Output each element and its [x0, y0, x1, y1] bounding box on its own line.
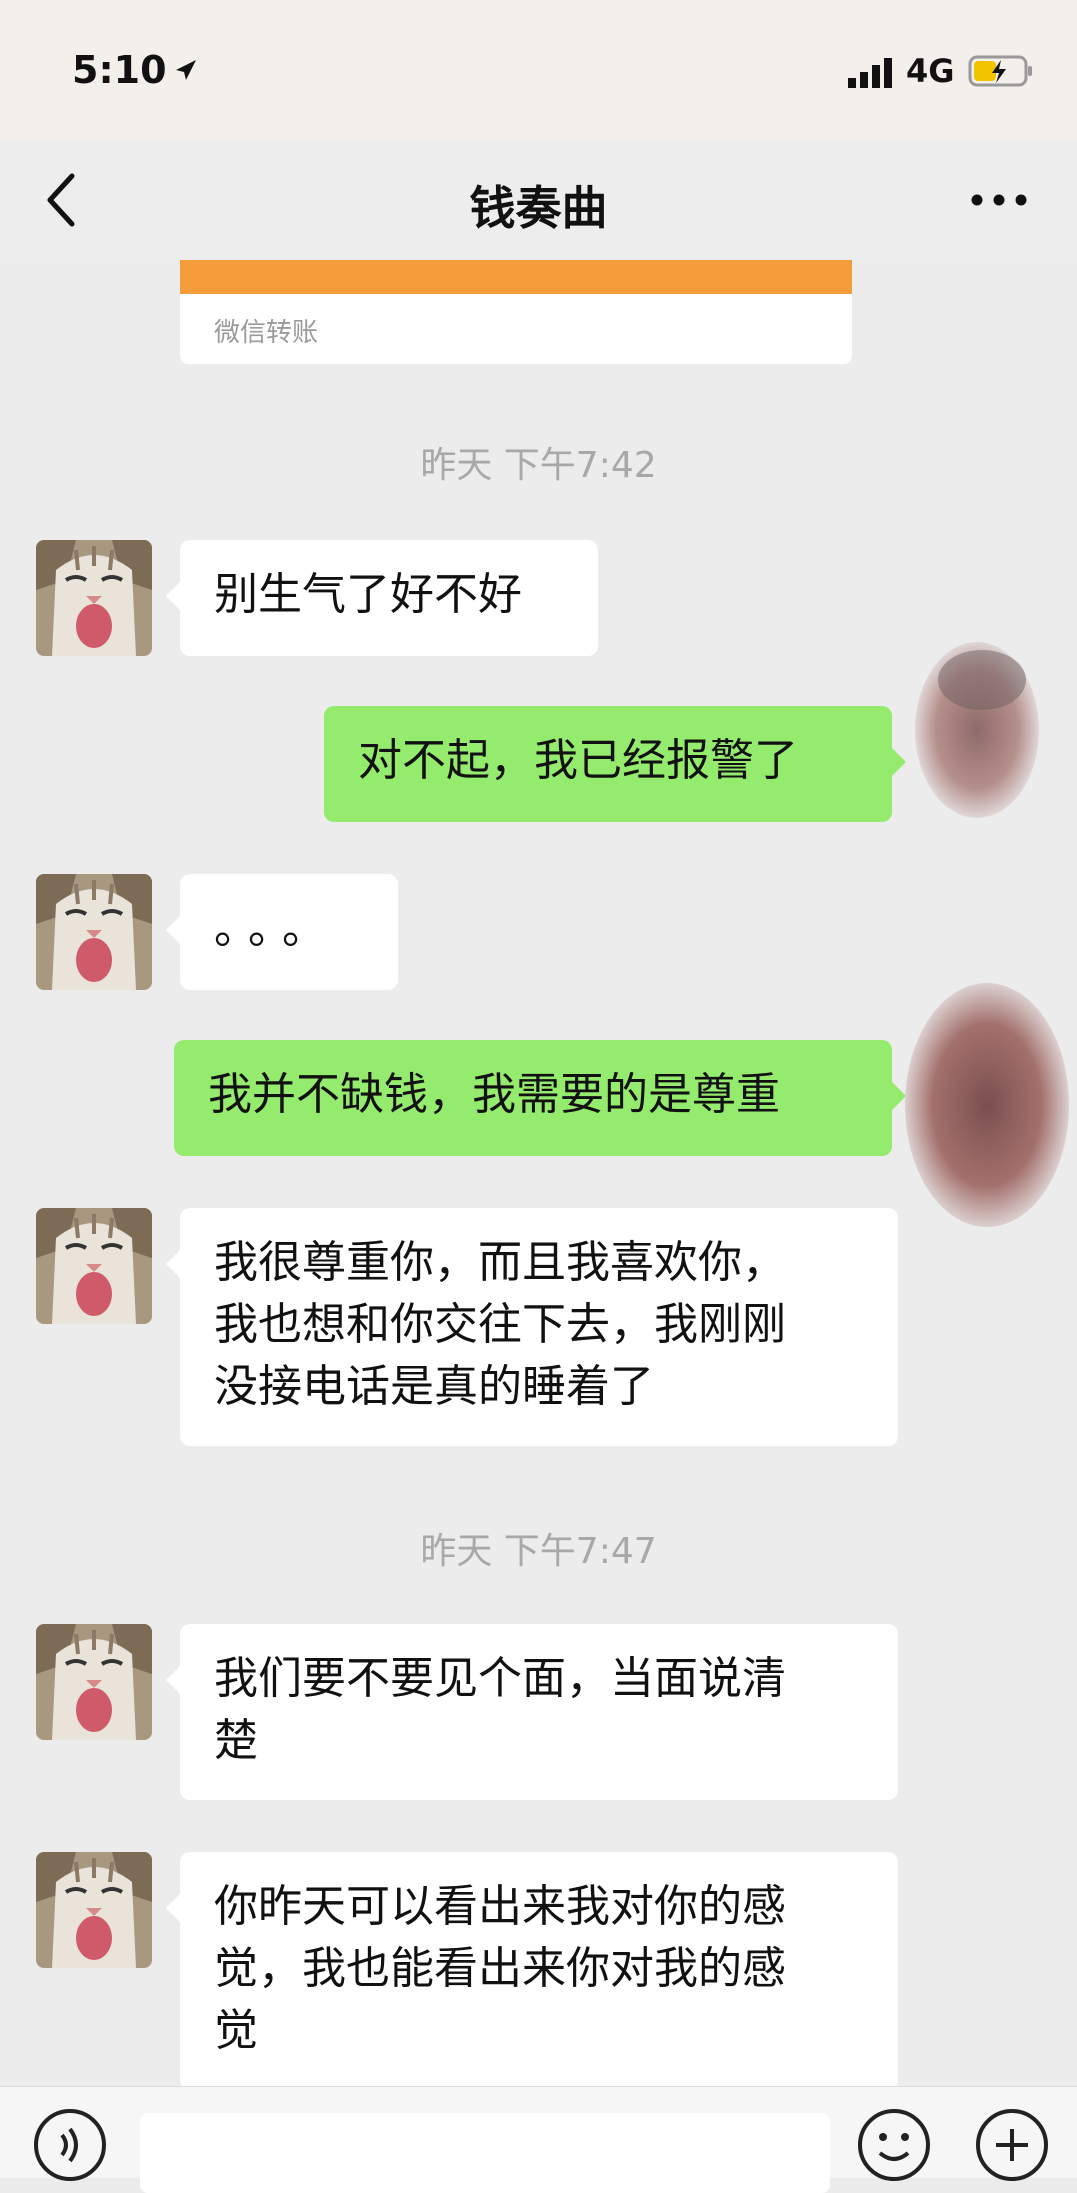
contact-avatar[interactable]	[36, 540, 152, 656]
battery-charging-icon	[968, 55, 1032, 87]
my-avatar-blurred[interactable]	[902, 980, 1072, 1230]
contact-avatar[interactable]	[36, 1852, 152, 1968]
transfer-label: 微信转账	[214, 318, 319, 348]
contact-avatar[interactable]	[36, 1208, 152, 1324]
message-bubble-sent[interactable]: 对不起，我已经报警了	[324, 706, 906, 822]
wechat-transfer-card[interactable]: 微信转账	[180, 260, 852, 364]
message-bubble-received[interactable]: 别生气了好不好	[166, 540, 598, 656]
transfer-card-header	[180, 260, 852, 294]
signal-bars-icon	[848, 58, 892, 88]
plus-icon[interactable]	[974, 2107, 1050, 2183]
chat-header: 钱奏曲	[0, 140, 1077, 260]
location-arrow-icon	[176, 60, 196, 80]
message-bubble-received[interactable]: 。。。	[166, 874, 398, 990]
my-avatar-blurred[interactable]	[912, 640, 1042, 820]
chat-title: 钱奏曲	[469, 181, 608, 235]
timestamp: 昨天 下午7:47	[420, 1531, 657, 1572]
voice-input-icon[interactable]	[32, 2107, 108, 2183]
input-bar	[0, 2086, 1077, 2193]
timestamp: 昨天 下午7:42	[420, 445, 657, 486]
contact-avatar[interactable]	[36, 1624, 152, 1740]
status-time: 5:10	[72, 48, 167, 92]
more-options-icon[interactable]	[966, 182, 1032, 218]
network-type: 4G	[906, 52, 955, 90]
message-bubble-received[interactable]: 你昨天可以看出来我对你的感 觉，我也能看出来你对我的感 觉	[166, 1852, 898, 2090]
message-bubble-received[interactable]: 我很尊重你，而且我喜欢你， 我也想和你交往下去，我刚刚 没接电话是真的睡着了	[166, 1208, 898, 1446]
message-bubble-sent[interactable]: 我并不缺钱，我需要的是尊重	[174, 1040, 906, 1156]
message-input[interactable]	[140, 2113, 830, 2193]
contact-avatar[interactable]	[36, 874, 152, 990]
message-bubble-received[interactable]: 我们要不要见个面，当面说清 楚	[166, 1624, 898, 1800]
status-bar: 5:10 4G	[0, 0, 1077, 140]
emoji-icon[interactable]	[856, 2107, 932, 2183]
